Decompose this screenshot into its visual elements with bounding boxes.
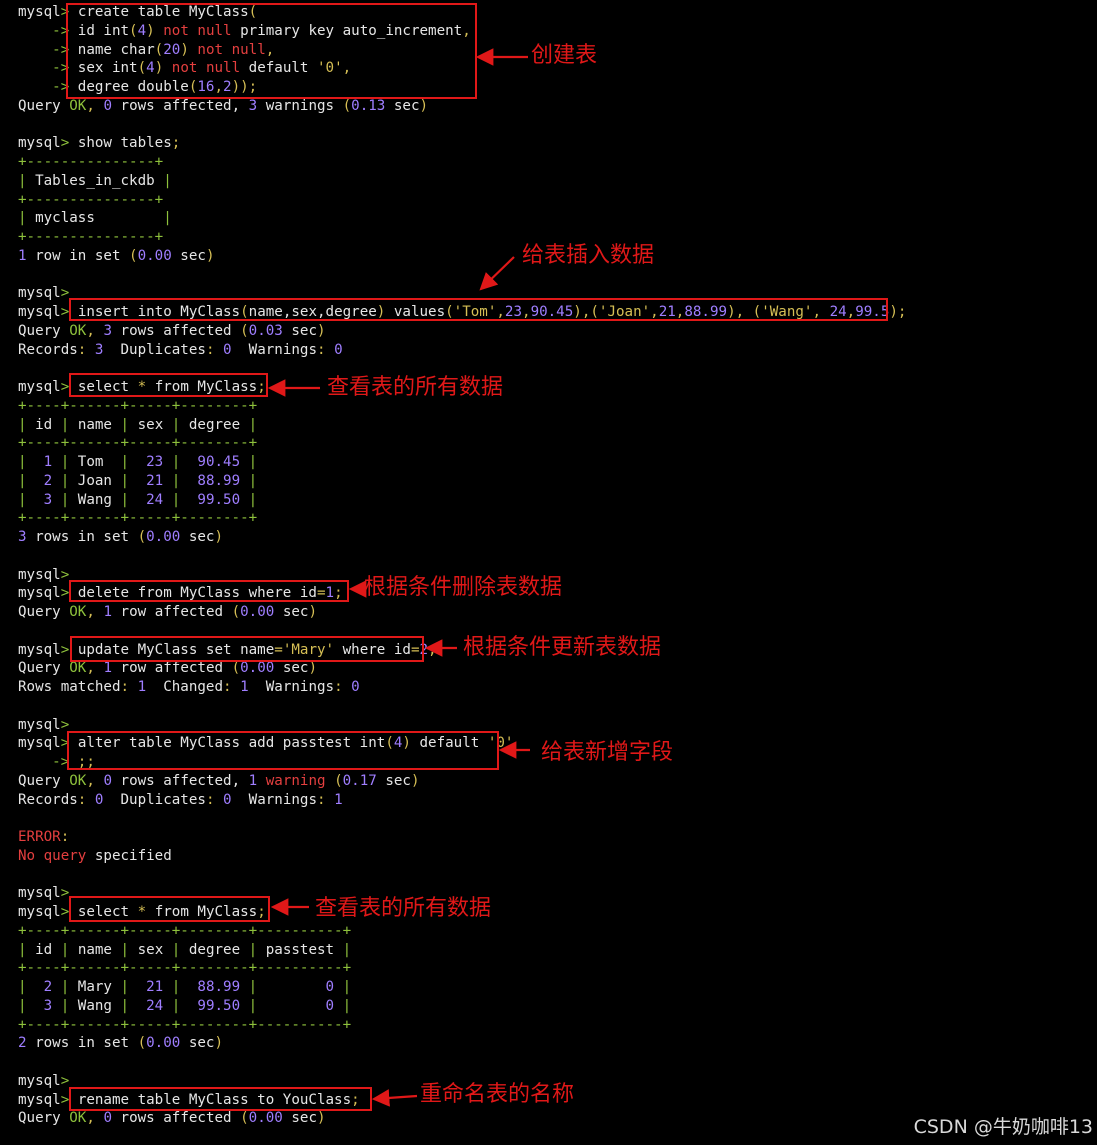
annotation-select-all-2: 查看表的所有数据 [315, 896, 492, 921]
annotation-select-all: 查看表的所有数据 [327, 375, 504, 400]
annotation-arrows [267, 48, 530, 1107]
annotation-delete: 根据条件删除表数据 [364, 575, 563, 600]
annotation-alter: 给表新增字段 [541, 740, 674, 765]
arrow-insert [479, 256, 515, 291]
csdn-watermark: CSDN @牛奶咖啡13 [913, 1116, 1093, 1138]
annotation-rename: 重命名表的名称 [420, 1082, 575, 1107]
annotation-update: 根据条件更新表数据 [463, 635, 662, 660]
arrow-rename [371, 1089, 418, 1107]
annotation-insert-data: 给表插入数据 [522, 243, 655, 268]
annotation-create-table: 创建表 [531, 43, 598, 68]
